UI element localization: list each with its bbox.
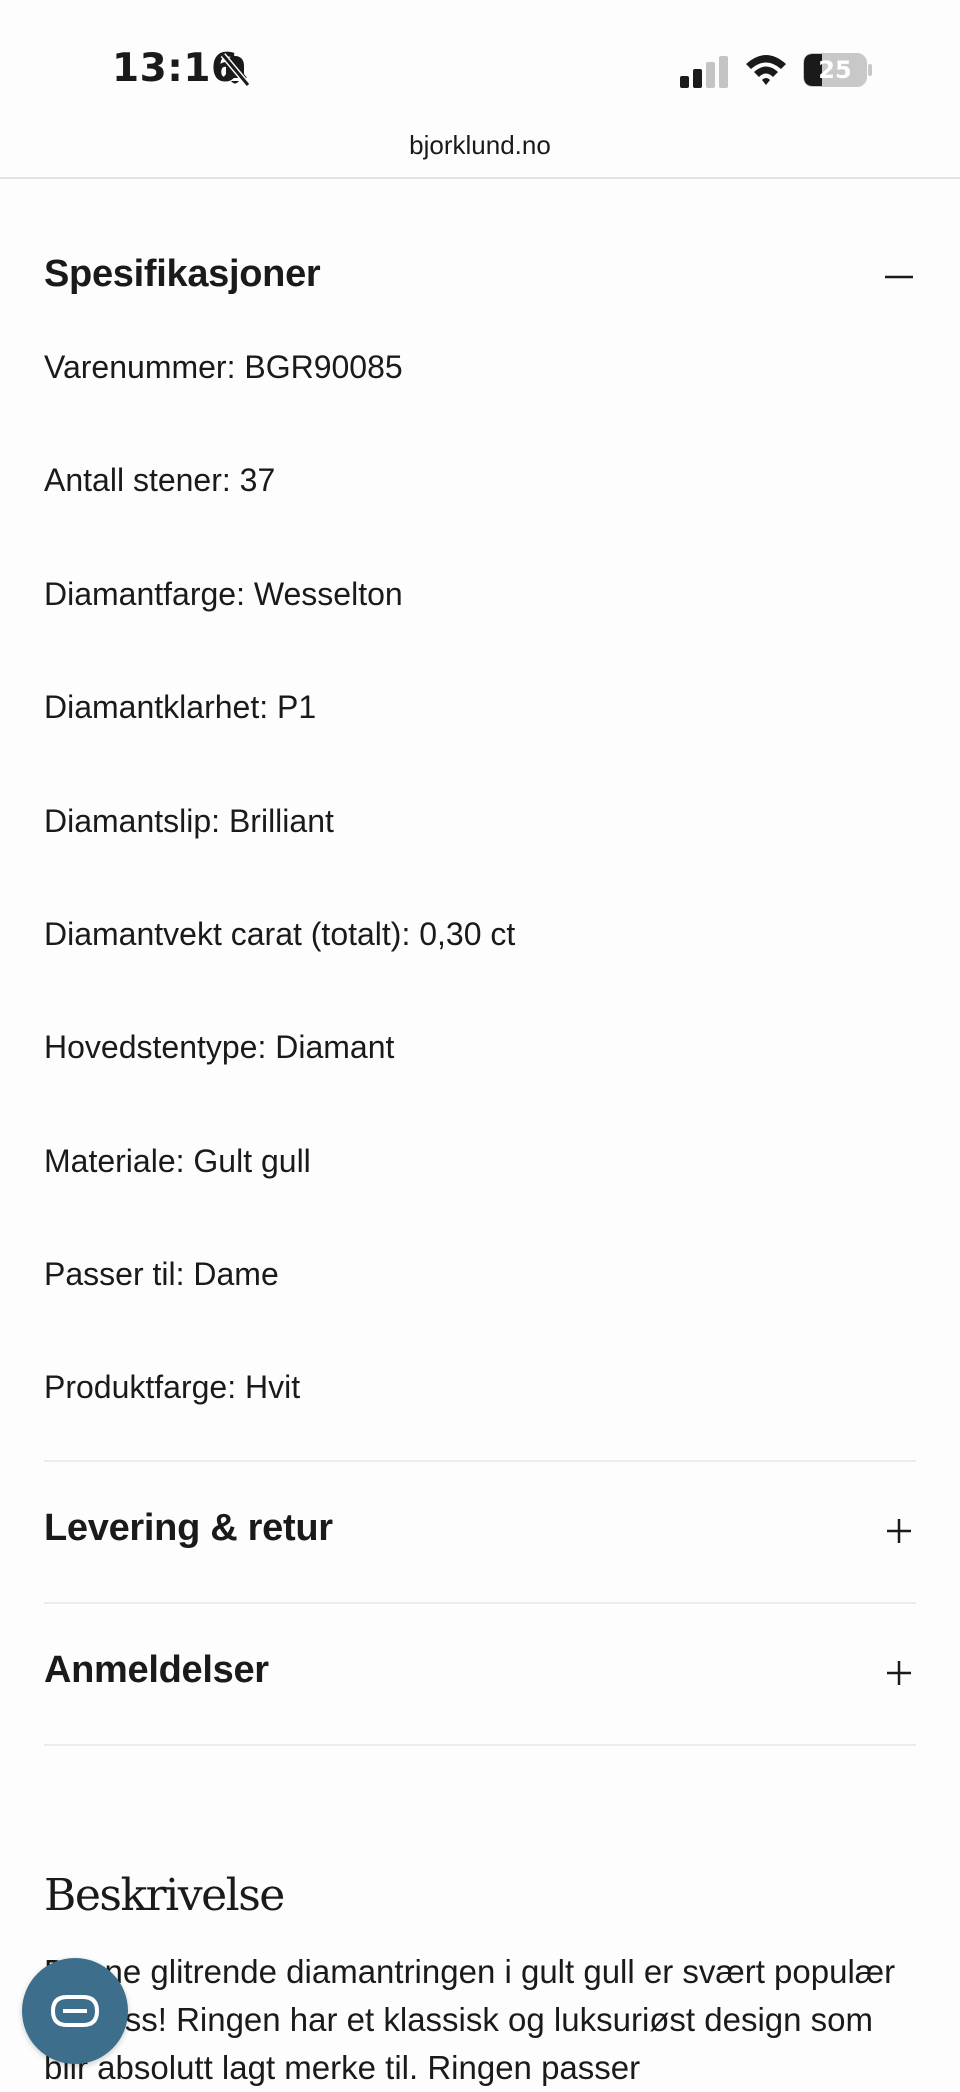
spec-item-stone-count: Antall stener: 37 <box>44 462 276 498</box>
spec-item-material: Materiale: Gult gull <box>44 1143 311 1179</box>
cellular-signal-icon <box>680 56 728 88</box>
status-bar: 13:16 25 <box>0 0 960 130</box>
battery-icon: 25 <box>803 53 873 87</box>
spec-item-item-number: Varenummer: BGR90085 <box>44 349 403 385</box>
section-divider <box>44 1460 916 1462</box>
browser-url[interactable]: bjorklund.no <box>0 130 960 161</box>
section-divider <box>44 1602 916 1604</box>
spec-item-diamond-color: Diamantfarge: Wesselton <box>44 576 403 612</box>
plus-icon[interactable] <box>884 1658 914 1688</box>
spec-item-diamond-clarity: Diamantklarhet: P1 <box>44 689 317 725</box>
description-text: Denne glitrende diamantringen i gult gul… <box>44 1953 896 2086</box>
chat-icon <box>50 1995 100 2027</box>
delivery-title: Levering & retur <box>44 1507 333 1549</box>
minus-icon[interactable] <box>884 262 914 292</box>
battery-level: 25 <box>818 56 852 84</box>
spec-item-diamond-cut: Diamantslip: Brilliant <box>44 803 334 839</box>
spec-item-main-stone: Hovedstentype: Diamant <box>44 1029 395 1065</box>
chat-button[interactable] <box>22 1958 128 2064</box>
spec-item-fits: Passer til: Dame <box>44 1256 279 1292</box>
description-title: Beskrivelse <box>44 1870 285 1921</box>
bell-slash-icon <box>220 53 251 87</box>
plus-icon[interactable] <box>884 1516 914 1546</box>
section-divider <box>44 1744 916 1746</box>
spec-item-product-color: Produktfarge: Hvit <box>44 1369 301 1405</box>
specifications-title: Spesifikasjoner <box>44 253 321 295</box>
wifi-icon <box>746 55 786 85</box>
url-divider <box>0 177 960 179</box>
reviews-title: Anmeldelser <box>44 1649 269 1691</box>
spec-item-carat-weight: Diamantvekt carat (totalt): 0,30 ct <box>44 916 516 952</box>
